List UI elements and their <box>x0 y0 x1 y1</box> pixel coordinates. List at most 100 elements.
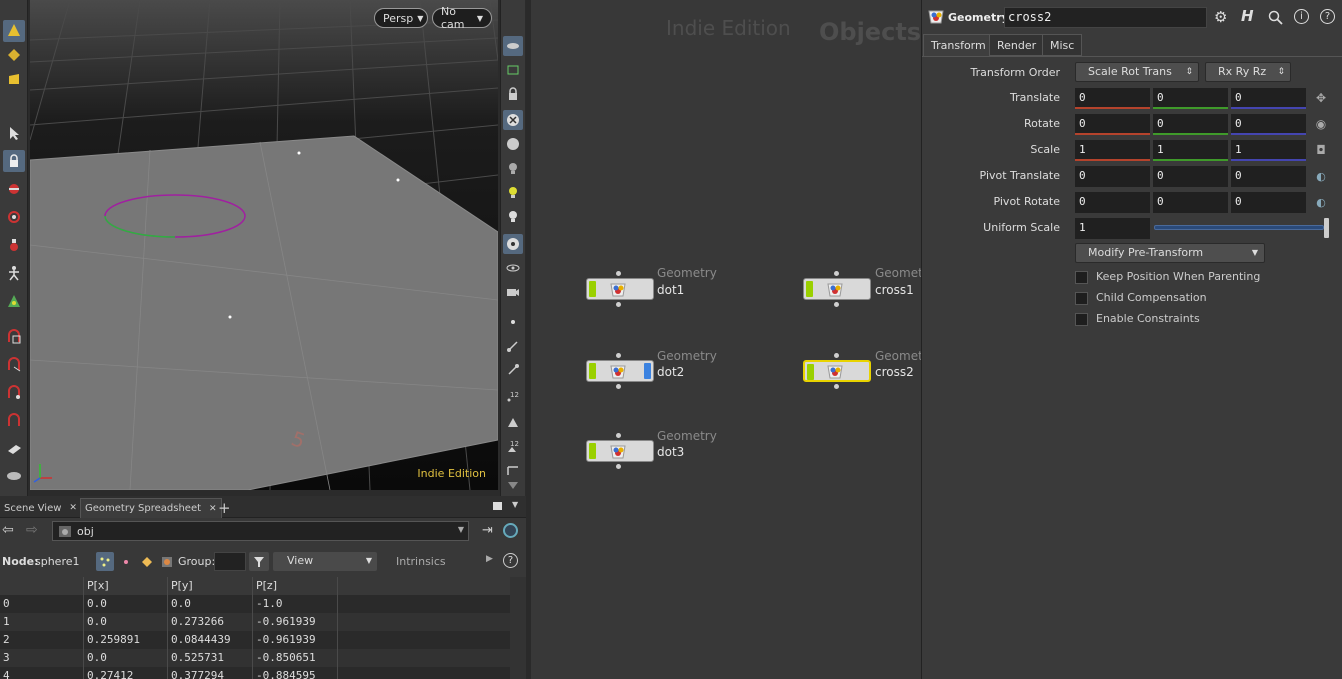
column-header[interactable] <box>0 577 84 595</box>
transform-order-menu[interactable]: Scale Rot Trans ⇕ <box>1075 62 1199 82</box>
lock-camera-icon[interactable] <box>503 84 523 104</box>
info-icon[interactable]: i <box>1294 9 1309 24</box>
ghost-icon[interactable] <box>503 60 523 80</box>
pivot-rotate-z-field[interactable]: 0 <box>1231 192 1306 213</box>
point[interactable] <box>297 151 301 155</box>
column-header[interactable]: P[x] <box>84 577 168 595</box>
prim-normal-icon[interactable] <box>503 360 523 380</box>
output-connector[interactable] <box>616 384 621 389</box>
pivot-translate-y-field[interactable]: 0 <box>1153 166 1228 187</box>
pivot-rotate-y-field[interactable]: 0 <box>1153 192 1228 213</box>
construction-plane-icon[interactable] <box>3 438 25 460</box>
display-flag[interactable] <box>807 364 814 380</box>
visualizer-icon[interactable] <box>503 234 523 254</box>
rotate-tool-icon[interactable] <box>3 206 25 228</box>
scale-x-field[interactable]: 1 <box>1075 140 1150 161</box>
group-field[interactable] <box>214 552 246 571</box>
tab-scene-view[interactable]: Scene View ✕ <box>0 498 81 518</box>
pivot-rotate-x-field[interactable]: 0 <box>1075 192 1150 213</box>
uniform-scale-field[interactable]: 1 <box>1075 218 1150 239</box>
snap-grid-icon[interactable] <box>3 326 25 348</box>
modify-pre-transform-menu[interactable]: Modify Pre-Transform ▼ <box>1075 243 1265 263</box>
chevron-down-icon[interactable]: ▼ <box>458 525 464 534</box>
light-icon[interactable] <box>503 158 523 178</box>
add-tab-button[interactable]: + <box>214 498 235 518</box>
display-flag[interactable] <box>589 281 596 297</box>
houdini-help-icon[interactable]: H <box>1241 7 1254 25</box>
rotate-handle-icon[interactable]: ◉ <box>1313 116 1329 132</box>
output-connector[interactable] <box>834 302 839 307</box>
keep-position-checkbox[interactable] <box>1075 271 1088 284</box>
table-row[interactable]: 0 0.0 0.0 -1.0 <box>0 595 510 613</box>
spreadsheet-scrollbar[interactable] <box>510 577 526 679</box>
node-name-label[interactable]: dot1 <box>657 283 684 297</box>
search-icon[interactable] <box>1268 10 1283 25</box>
translate-x-field[interactable]: 0 <box>1075 88 1150 109</box>
table-row[interactable]: 4 0.27412 0.377294 -0.884595 <box>0 667 510 679</box>
vertices-mode-icon[interactable] <box>117 552 135 571</box>
child-compensation-checkbox[interactable] <box>1075 292 1088 305</box>
headlight-icon[interactable] <box>503 182 523 202</box>
normal-display-icon[interactable] <box>503 336 523 356</box>
table-row[interactable]: 3 0.0 0.525731 -0.850651 <box>0 649 510 667</box>
scale-y-field[interactable]: 1 <box>1153 140 1228 161</box>
tab-geometry-spreadsheet[interactable]: Geometry Spreadsheet ✕ <box>80 498 222 518</box>
pivot-translate-z-field[interactable]: 0 <box>1231 166 1306 187</box>
camera-icon[interactable] <box>503 282 523 302</box>
enable-constraints-checkbox[interactable] <box>1075 313 1088 326</box>
snap-point-icon[interactable] <box>3 382 25 404</box>
eye-icon[interactable] <box>503 258 523 278</box>
column-header[interactable]: P[y] <box>168 577 253 595</box>
select-arrow-icon[interactable] <box>3 122 25 144</box>
scale-handle-icon[interactable]: ◘ <box>1313 142 1329 158</box>
snap-prim-icon[interactable] <box>3 354 25 376</box>
node-name-label[interactable]: cross2 <box>875 365 914 379</box>
close-icon[interactable]: ✕ <box>69 503 77 513</box>
scroll-down-icon[interactable] <box>503 476 523 496</box>
column-header[interactable]: P[z] <box>253 577 338 595</box>
translate-handle-icon[interactable]: ✥ <box>1313 90 1329 106</box>
tab-transform[interactable]: Transform <box>923 34 994 56</box>
rotate-z-field[interactable]: 0 <box>1231 114 1306 135</box>
render-flag[interactable] <box>644 363 651 379</box>
gear-icon[interactable]: ⚙ <box>1214 8 1227 26</box>
object-mode-icon[interactable] <box>3 68 25 90</box>
pin-icon[interactable]: ⇥ <box>482 523 493 538</box>
node-name-label[interactable]: dot2 <box>657 365 684 379</box>
pane-menu-icon[interactable]: ▼ <box>512 500 518 509</box>
prim-numbers-icon[interactable]: 12 <box>503 436 523 456</box>
lock-icon[interactable] <box>3 150 25 172</box>
pivot-translate-x-field[interactable]: 0 <box>1075 166 1150 187</box>
prim-display-icon[interactable] <box>503 412 523 432</box>
filter-icon[interactable] <box>249 552 269 571</box>
help-icon[interactable]: ? <box>1320 9 1335 24</box>
table-row[interactable]: 1 0.0 0.273266 -0.961939 <box>0 613 510 631</box>
point-numbers-icon[interactable]: 12 <box>503 386 523 406</box>
node-body[interactable] <box>586 440 654 462</box>
snap-multi-icon[interactable] <box>3 410 25 432</box>
component-mode-icon[interactable] <box>3 44 25 66</box>
uniform-scale-slider[interactable] <box>1154 225 1324 230</box>
select-mode-icon[interactable] <box>3 20 25 42</box>
output-connector[interactable] <box>616 464 621 469</box>
reference-plane-icon[interactable] <box>3 464 25 486</box>
node-body[interactable] <box>803 278 871 300</box>
maximize-icon[interactable] <box>493 502 502 510</box>
intrinsics-label[interactable]: Intrinsics <box>396 555 446 568</box>
help-icon[interactable]: ? <box>503 553 518 568</box>
rotate-order-menu[interactable]: Rx Ry Rz ⇕ <box>1205 62 1291 82</box>
translate-y-field[interactable]: 0 <box>1153 88 1228 109</box>
node-name-field[interactable]: cross2 <box>1004 7 1207 28</box>
node-body[interactable] <box>586 360 654 382</box>
node-name-label[interactable]: cross1 <box>875 283 914 297</box>
shading-icon[interactable] <box>503 134 523 154</box>
display-flag[interactable] <box>589 363 596 379</box>
tab-misc[interactable]: Misc <box>1042 34 1083 56</box>
persp-dropdown[interactable]: Persp ▼ <box>374 8 428 28</box>
node-name-label[interactable]: dot3 <box>657 445 684 459</box>
slider-handle[interactable] <box>1324 218 1329 238</box>
display-options-icon[interactable] <box>503 36 523 56</box>
point-display-icon[interactable] <box>503 312 523 332</box>
camera-dropdown[interactable]: No cam ▼ <box>432 5 492 31</box>
detail-mode-icon[interactable] <box>158 552 176 571</box>
